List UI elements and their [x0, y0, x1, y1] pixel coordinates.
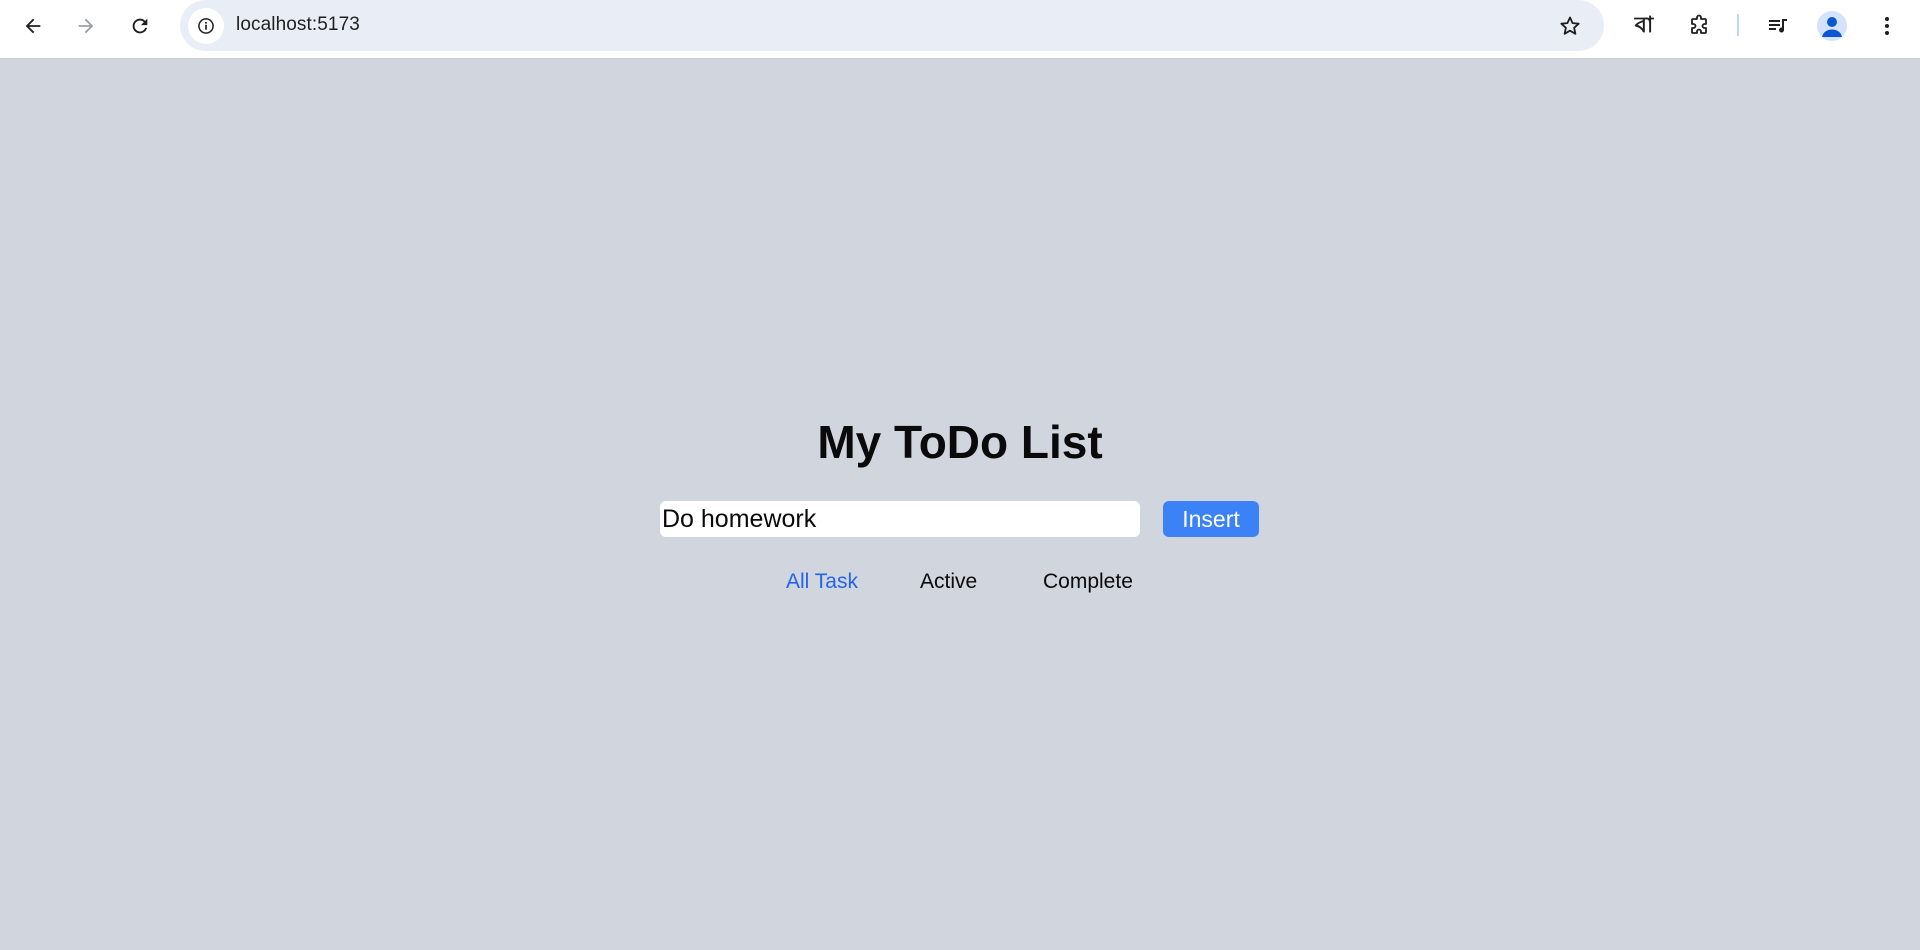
extensions-button[interactable] [1683, 10, 1715, 42]
page-title: My ToDo List [817, 416, 1103, 468]
filter-tab-active[interactable]: Active [920, 570, 977, 594]
filter-tab-all[interactable]: All Task [786, 570, 858, 594]
reload-button[interactable] [124, 10, 156, 42]
media-controls-button[interactable] [1762, 10, 1794, 42]
site-info-button[interactable] [188, 8, 224, 44]
language-badge: বা [1634, 12, 1654, 38]
address-bar[interactable]: localhost:5173 [180, 0, 1604, 51]
back-button[interactable] [17, 10, 49, 42]
kebab-menu-icon [1885, 17, 1889, 35]
insert-button[interactable]: Insert [1163, 501, 1259, 537]
back-arrow-icon [25, 18, 41, 34]
reload-icon [132, 18, 148, 34]
person-icon [1822, 17, 1842, 37]
forward-arrow-icon [78, 18, 94, 34]
forward-button[interactable] [70, 10, 102, 42]
profile-avatar[interactable] [1817, 11, 1847, 41]
toolbar-separator [1737, 14, 1739, 36]
filter-tab-complete[interactable]: Complete [1043, 570, 1133, 594]
puzzle-icon [1691, 14, 1707, 34]
star-icon [1560, 16, 1580, 35]
bookmark-button[interactable] [1556, 12, 1584, 40]
info-icon [198, 18, 214, 34]
playlist-icon [1769, 19, 1787, 33]
language-extension-button[interactable]: বা [1628, 10, 1660, 42]
url-text[interactable]: localhost:5173 [236, 14, 360, 36]
todo-input[interactable] [660, 501, 1140, 537]
browser-menu-button[interactable] [1871, 10, 1903, 42]
browser-toolbar: localhost:5173 বা [0, 0, 1920, 59]
